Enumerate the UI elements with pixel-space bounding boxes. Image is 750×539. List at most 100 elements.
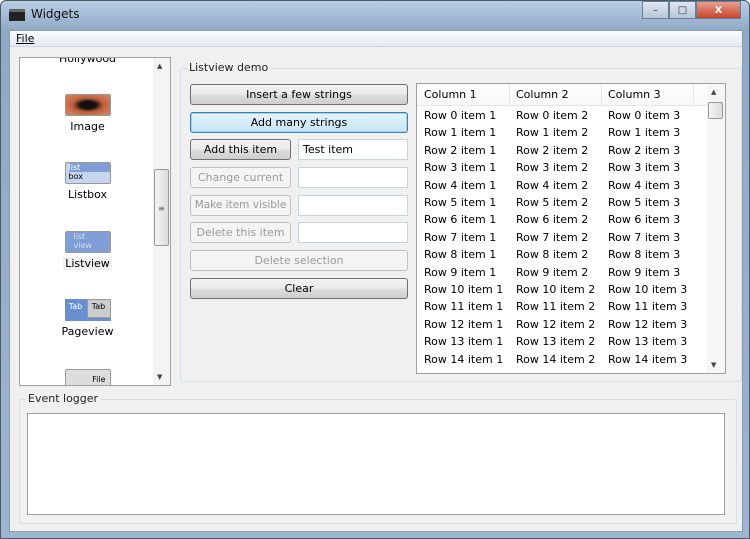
table-cell: Row 0 item 1 (424, 109, 497, 122)
table-cell: Row 0 item 2 (516, 109, 589, 122)
maximize-button[interactable]: □ (669, 1, 696, 19)
make-visible-input[interactable] (298, 195, 408, 216)
delete-this-item-button[interactable]: Delete this item (190, 222, 291, 243)
column-header-2[interactable]: Column 2 (516, 88, 569, 101)
pageview-icon: Tab Tab (64, 299, 111, 321)
sidebar-scrollbar[interactable]: ▲ ≡ ▼ (153, 58, 170, 385)
close-button[interactable]: X (696, 1, 741, 19)
table-cell: Row 11 item 2 (516, 300, 596, 314)
table-cell: Row 10 item 1 (424, 283, 504, 296)
table-cell: Row 14 item 2 (516, 352, 596, 366)
delete-selection-button[interactable]: Delete selection (190, 250, 408, 271)
icon-text: Tab (64, 299, 87, 318)
sidebar-item-label: Listview (63, 257, 112, 270)
table-cell: Row 12 item 2 (516, 317, 596, 331)
group-title: Listview demo (187, 61, 271, 74)
table-cell: Row 5 item 1 (424, 196, 497, 209)
change-current-input[interactable] (298, 167, 408, 188)
column-header-3[interactable]: Column 3 (608, 88, 661, 101)
icon-text: list (73, 232, 86, 241)
widget-list[interactable]: Hollywood Image list box Listbox list view… (19, 57, 171, 386)
change-current-button[interactable]: Change current (190, 167, 291, 188)
scroll-up-icon[interactable]: ▲ (157, 62, 162, 70)
app-window: Widgets – □ X File Hollywood Image list b… (0, 0, 750, 539)
minimize-button[interactable]: – (642, 1, 669, 19)
table-cell: Row 1 item 1 (424, 126, 497, 140)
menu-bar: File (10, 31, 742, 47)
table-cell: Row 6 item 3 (608, 213, 681, 227)
table-cell: Row 10 item 2 (516, 283, 596, 296)
sidebar-item-label: Pageview (61, 325, 114, 338)
listview-icon: list view (64, 231, 111, 253)
table-cell: Row 9 item 1 (424, 265, 497, 279)
sidebar-item-file[interactable]: File (20, 369, 155, 385)
table-cell: Row 7 item 1 (424, 230, 497, 244)
table-cell: Row 9 item 2 (516, 265, 589, 279)
sidebar-item-image[interactable]: Image (20, 94, 155, 133)
menu-file[interactable]: File (16, 32, 34, 45)
table-cell: Row 2 item 2 (516, 143, 589, 157)
icon-text: view (73, 241, 92, 250)
table-cell: Row 2 item 3 (608, 143, 681, 157)
column-header-1[interactable]: Column 1 (424, 88, 477, 101)
table-cell: Row 1 item 2 (516, 126, 589, 140)
add-many-strings-button[interactable]: Add many strings (190, 112, 408, 133)
table-cell: Row 3 item 3 (608, 161, 681, 175)
sidebar-item-label: Listbox (67, 188, 108, 201)
icon-text: Tab (86, 299, 111, 318)
clear-button[interactable]: Clear (190, 278, 408, 299)
scroll-thumb[interactable]: ≡ (154, 169, 169, 246)
table-cell: Row 8 item 3 (608, 248, 681, 262)
scroll-down-icon[interactable]: ▼ (711, 361, 716, 369)
table-cell: Row 5 item 3 (608, 196, 681, 209)
table-cell: Row 7 item 2 (516, 230, 589, 244)
table-cell: Row 9 item 3 (608, 265, 681, 279)
listview[interactable]: Column 1 Column 2 Column 3 Row 0 item 1 R… (416, 83, 726, 374)
table-cell: Row 13 item 1 (424, 335, 504, 349)
table-cell: Row 7 item 3 (608, 230, 681, 244)
insert-few-strings-button[interactable]: Insert a few strings (190, 84, 408, 105)
scroll-thumb[interactable] (708, 102, 723, 119)
icon-text: box (68, 172, 83, 181)
table-cell: Row 13 item 3 (608, 335, 688, 349)
make-item-visible-button[interactable]: Make item visible (190, 195, 291, 216)
table-cell: Row 0 item 3 (608, 109, 681, 122)
app-icon (9, 9, 25, 21)
image-icon (64, 94, 111, 116)
table-cell: Row 8 item 2 (516, 248, 589, 262)
table-cell: Row 4 item 1 (424, 178, 497, 192)
table-cell: Row 8 item 1 (424, 248, 497, 262)
sidebar-item-pageview[interactable]: Tab Tab Pageview (20, 299, 155, 338)
listview-header: Column 1 Column 2 Column 3 (417, 84, 707, 106)
table-cell: Row 3 item 2 (516, 161, 589, 175)
scroll-down-icon[interactable]: ▼ (157, 373, 162, 381)
event-log-textarea[interactable] (27, 413, 725, 515)
table-cell: Row 4 item 2 (516, 178, 589, 192)
listview-scrollbar[interactable]: ▲ ▼ (707, 84, 725, 373)
table-cell: Row 3 item 1 (424, 161, 497, 175)
listbox-icon: list box (64, 162, 111, 184)
delete-item-input[interactable] (298, 222, 408, 243)
add-this-item-button[interactable]: Add this item (190, 139, 291, 160)
sidebar-item-hollywood[interactable]: Hollywood (20, 58, 155, 65)
client-area: File Hollywood Image list box Listbox lis… (9, 30, 743, 532)
table-cell: Row 11 item 3 (608, 300, 688, 314)
scroll-up-icon[interactable]: ▲ (711, 88, 716, 96)
sidebar-item-label: Image (70, 120, 105, 133)
sidebar-item-listview[interactable]: list view Listview (20, 231, 155, 270)
table-cell: Row 12 item 1 (424, 317, 504, 331)
table-cell: Row 5 item 2 (516, 196, 589, 209)
table-cell: Row 6 item 1 (424, 213, 497, 227)
table-cell: Row 14 item 1 (424, 352, 504, 366)
table-cell: Row 13 item 2 (516, 335, 596, 349)
window-title: Widgets (31, 7, 80, 21)
table-cell: Row 4 item 3 (608, 178, 681, 192)
table-cell: Row 2 item 1 (424, 143, 497, 157)
table-cell: Row 6 item 2 (516, 213, 589, 227)
group-title: Event logger (26, 392, 101, 405)
table-cell: Row 11 item 1 (424, 300, 504, 314)
table-cell: Row 1 item 3 (608, 126, 681, 140)
sidebar-item-listbox[interactable]: list box Listbox (20, 162, 155, 201)
icon-text: list (68, 163, 110, 172)
add-item-input[interactable]: Test item (298, 139, 408, 160)
